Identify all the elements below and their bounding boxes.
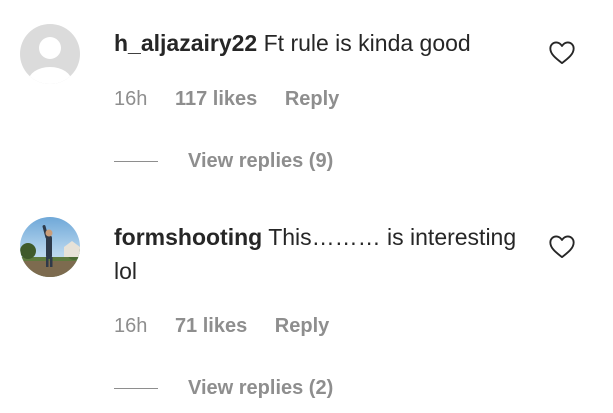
comment-likes[interactable]: 71 likes xyxy=(175,315,247,337)
comment-username[interactable]: formshooting xyxy=(114,224,262,250)
view-replies-label: View replies (2) xyxy=(188,377,334,399)
heart-outline-icon xyxy=(549,41,575,65)
comment-meta: 16h 71 likes Reply xyxy=(114,313,329,339)
reply-button[interactable]: Reply xyxy=(275,315,329,337)
comment-likes[interactable]: 117 likes xyxy=(175,88,257,110)
heart-outline-icon xyxy=(549,235,575,259)
comment-meta: 16h 117 likes Reply xyxy=(114,86,339,112)
like-button[interactable] xyxy=(548,233,576,259)
comment-time[interactable]: 16h xyxy=(114,315,147,337)
view-replies-divider xyxy=(114,160,158,162)
comment-body: formshooting This……… is interesting lol xyxy=(114,220,534,288)
comment-text: Ft rule is kinda good xyxy=(263,30,471,56)
comment-time[interactable]: 16h xyxy=(114,88,147,110)
view-replies-button[interactable]: View replies (9) xyxy=(114,148,333,174)
reply-button[interactable]: Reply xyxy=(285,88,339,110)
comment-username[interactable]: h_aljazairy22 xyxy=(114,30,257,56)
comment-body: h_aljazairy22 Ft rule is kinda good xyxy=(114,26,534,60)
avatar[interactable] xyxy=(20,24,80,84)
view-replies-label: View replies (9) xyxy=(188,150,334,172)
view-replies-button[interactable]: View replies (2) xyxy=(114,375,333,401)
avatar[interactable] xyxy=(20,217,80,277)
photo-avatar-icon xyxy=(20,217,80,277)
like-button[interactable] xyxy=(548,39,576,65)
view-replies-divider xyxy=(114,387,158,389)
default-avatar-icon xyxy=(20,24,80,84)
